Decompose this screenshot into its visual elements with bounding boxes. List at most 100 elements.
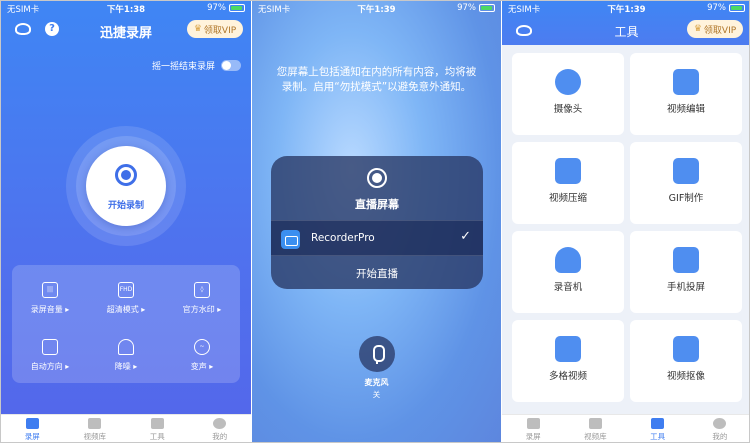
tool-screen-cast[interactable]: 手机投屏: [630, 231, 742, 313]
tool-cutout[interactable]: 视频抠像: [630, 320, 742, 402]
tool-compress[interactable]: 视频压缩: [512, 142, 624, 224]
tool-label: 视频压缩: [548, 193, 587, 204]
broadcast-title: 直播屏幕: [355, 198, 399, 211]
shake-label: 摇一摇结束录屏: [151, 62, 215, 72]
battery-icon: [729, 4, 745, 12]
app-name: RecorderPro: [311, 232, 375, 244]
tab-label: 我的: [712, 432, 728, 441]
recorder-app-icon: [281, 230, 300, 249]
crown-icon: ♛: [193, 24, 202, 34]
tool-label: 视频编辑: [666, 104, 705, 115]
feature-voice-changer[interactable]: ~ 变声 ▸: [164, 327, 240, 377]
crown-icon: ♛: [693, 24, 702, 34]
headphones-icon: [118, 339, 134, 355]
feature-label: 录屏音量 ▸: [30, 305, 70, 314]
battery-area: 97%: [707, 3, 745, 13]
feature-watermark[interactable]: ◊ 官方水印 ▸: [164, 270, 240, 320]
header: 无SIM卡 下午1:39 97% 工具 ♛ 领取VIP: [502, 1, 749, 45]
feature-volume[interactable]: ||| 录屏音量 ▸: [12, 270, 88, 320]
tab-label: 工具: [149, 432, 165, 441]
tab-label: 视频库: [584, 432, 607, 441]
cutout-icon: [673, 336, 699, 362]
status-bar: 无SIM卡 下午1:39 97%: [502, 1, 749, 15]
claim-vip-button[interactable]: ♛ 领取VIP: [687, 20, 743, 38]
cast-icon: [673, 247, 699, 273]
tool-recorder[interactable]: 录音机: [512, 231, 624, 313]
battery-percent: 97%: [457, 3, 476, 13]
broadcast-picker-screen: 无SIM卡 下午1:39 97% 您屏幕上包括通知在内的所有内容，均将被录制。启…: [251, 1, 501, 442]
webcam-icon: [555, 69, 581, 95]
header: ? 迅捷录屏 ♛ 领取VIP: [1, 17, 251, 43]
tab-tools[interactable]: 工具: [627, 415, 689, 442]
tool-label: GIF制作: [668, 193, 704, 204]
microphone-icon: [555, 247, 581, 273]
orientation-icon: [42, 339, 58, 355]
camera-icon: [25, 418, 39, 429]
claim-vip-button[interactable]: ♛ 领取VIP: [187, 20, 243, 38]
voice-changer-icon: ~: [194, 339, 210, 355]
microphone-toggle-button[interactable]: [359, 336, 395, 372]
tab-video-library[interactable]: 视频库: [64, 415, 127, 442]
feature-hd[interactable]: FHD 超清模式 ▸: [88, 270, 164, 320]
tab-profile[interactable]: 我的: [189, 415, 252, 442]
feature-orientation[interactable]: 自动方向 ▸: [12, 327, 88, 377]
checkmark-icon: ✓: [460, 229, 471, 244]
shake-to-stop-setting: 摇一摇结束录屏: [152, 59, 241, 72]
tool-label: 视频抠像: [666, 371, 705, 382]
tab-bar: 录屏 视频库 工具 我的: [502, 414, 749, 442]
battery-percent: 97%: [707, 3, 726, 13]
video-library-icon: [588, 418, 602, 429]
tab-record[interactable]: 录屏: [502, 415, 564, 442]
battery-icon: [479, 4, 495, 12]
gif-icon: [673, 158, 699, 184]
tab-video-library[interactable]: 视频库: [564, 415, 626, 442]
battery-area: 97%: [457, 3, 495, 13]
tab-label: 工具: [650, 432, 666, 441]
tab-label: 我的: [212, 432, 228, 441]
microphone-label: 麦克风: [364, 378, 389, 387]
tools-screen: 无SIM卡 下午1:39 97% 工具 ♛ 领取VIP 摄像头 视频编辑 视频压缩…: [501, 1, 749, 442]
record-icon: [367, 168, 387, 188]
tool-video-edit[interactable]: 视频编辑: [630, 53, 742, 135]
volume-icon: |||: [42, 282, 58, 298]
tool-label: 多格视频: [548, 371, 587, 382]
tool-label: 录音机: [553, 282, 583, 293]
feature-denoise[interactable]: 降噪 ▸: [88, 327, 164, 377]
profile-icon: [213, 418, 227, 429]
tab-bar: 录屏 视频库 工具 我的: [1, 414, 252, 442]
toolbox-icon: [150, 418, 164, 429]
grid-video-icon: [555, 336, 581, 362]
watermark-icon: ◊: [194, 282, 210, 298]
fhd-icon: FHD: [118, 282, 134, 298]
tab-label: 录屏: [24, 432, 40, 441]
shake-toggle[interactable]: [221, 60, 241, 71]
tab-label: 录屏: [525, 432, 541, 441]
tab-profile[interactable]: 我的: [689, 415, 749, 442]
record-icon: [115, 164, 137, 186]
profile-icon: [713, 418, 727, 429]
start-record-button[interactable]: 开始录制: [86, 146, 166, 226]
tab-tools[interactable]: 工具: [126, 415, 189, 442]
tool-gif[interactable]: GIF制作: [630, 142, 742, 224]
tool-grid-video[interactable]: 多格视频: [512, 320, 624, 402]
tab-label: 视频库: [83, 432, 107, 441]
feature-label: 降噪 ▸: [114, 362, 138, 371]
feature-label: 超清模式 ▸: [106, 305, 146, 314]
video-library-icon: [88, 418, 102, 429]
screenshot-triptych: 无SIM卡 下午1:38 97% ? 迅捷录屏 ♛ 领取VIP 摇一摇结束录屏 开…: [0, 0, 750, 443]
compress-icon: [555, 158, 581, 184]
status-bar: 无SIM卡 下午1:39 97%: [252, 1, 501, 15]
broadcast-card: 直播屏幕 RecorderPro ✓ 开始直播: [271, 156, 483, 289]
microphone-state: 关: [372, 390, 381, 399]
start-broadcast-button[interactable]: 开始直播: [271, 266, 483, 281]
app-option-row[interactable]: RecorderPro ✓: [271, 220, 483, 256]
tool-webcam[interactable]: 摄像头: [512, 53, 624, 135]
battery-area: 97%: [207, 3, 245, 13]
video-edit-icon: [673, 69, 699, 95]
status-bar: 无SIM卡 下午1:38 97%: [1, 1, 251, 15]
recorder-home-screen: 无SIM卡 下午1:38 97% ? 迅捷录屏 ♛ 领取VIP 摇一摇结束录屏 开…: [1, 1, 252, 442]
tab-record[interactable]: 录屏: [1, 415, 64, 442]
vip-label: 领取VIP: [703, 25, 737, 36]
tool-label: 手机投屏: [666, 282, 705, 293]
recording-notice: 您屏幕上包括通知在内的所有内容，均将被录制。启用“勿扰模式”以避免意外通知。: [276, 66, 477, 93]
